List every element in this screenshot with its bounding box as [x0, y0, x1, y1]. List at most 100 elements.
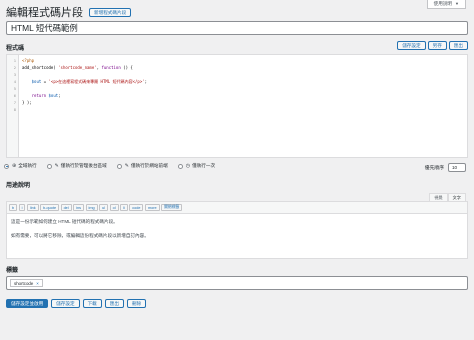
code-save-button[interactable]: 儲存設定: [397, 41, 426, 50]
quicktag-button[interactable]: b-quote: [40, 204, 60, 211]
scope-option[interactable]: ⊕ 全域執行: [4, 163, 37, 169]
description-paragraph: 這是一份示範如何建立 HTML 短代碼的程式碼片段。: [11, 219, 118, 224]
globe-icon: ⊕: [12, 163, 17, 169]
code-token: () {: [120, 65, 133, 70]
quicktag-button[interactable]: code: [129, 204, 144, 211]
scope-radio[interactable]: [4, 163, 9, 169]
download-button[interactable]: 下載: [82, 299, 102, 308]
code-token: =: [41, 79, 49, 84]
line-number: 5: [13, 86, 16, 91]
quicktag-button[interactable]: del: [60, 204, 72, 211]
tag-chip: shortcode ×: [10, 279, 43, 287]
code-token: '<p>在這裡寫程式碼來專屬 HTML 短代碼內容</p>': [48, 79, 145, 84]
code-token: $out: [48, 93, 59, 98]
code-token: ;: [58, 93, 61, 98]
code-section-label: 程式碼: [6, 46, 25, 52]
code-save-as-button[interactable]: 另存: [427, 41, 447, 50]
scope-options: ⊕ 全域執行 ✎ 僅執行於管理後台區域 ✎ 僅執行於網站前端 ◷ 僅執行一次: [4, 163, 215, 169]
wrench-icon: ✎: [124, 163, 129, 169]
footer-actions: 儲存設定並啟用 儲存設定 下載 匯出 刪除: [6, 299, 147, 308]
line-number: 8: [13, 107, 16, 112]
code-token: ;: [144, 79, 148, 84]
quicktag-button[interactable]: link: [26, 204, 39, 211]
tags-input[interactable]: shortcode ×: [6, 276, 468, 290]
code-token: <?php: [22, 58, 35, 63]
snippet-title-input[interactable]: HTML 短代碼範例: [6, 21, 468, 35]
quicktag-button[interactable]: img: [85, 204, 98, 211]
tag-label: shortcode: [14, 280, 34, 286]
code-line: return $out;: [22, 92, 467, 99]
editor-mode-tabs: 視覺 文字: [429, 193, 466, 201]
code-token: return: [31, 93, 47, 98]
code-line: } );: [22, 99, 467, 106]
line-number: 7: [13, 100, 16, 105]
quicktag-button[interactable]: ul: [99, 204, 109, 211]
add-new-snippet-button[interactable]: 新增程式碼片段: [89, 7, 132, 17]
scope-radio[interactable]: [177, 163, 183, 169]
scope-option[interactable]: ◷ 僅執行一次: [177, 163, 216, 169]
code-line: $out = '<p>在這裡寫程式碼來專屬 HTML 短代碼內容</p>';: [22, 78, 467, 85]
chevron-down-icon: ▼: [455, 1, 459, 6]
line-number: 3: [13, 72, 16, 77]
wrench-icon: ✎: [54, 163, 59, 169]
scope-radio[interactable]: [46, 163, 52, 169]
description-textarea[interactable]: 這是一份示範如何建立 HTML 短代碼的程式碼片段。 如有需要，可以將它移除，或…: [7, 214, 467, 244]
help-tab-label: 使用說明: [433, 0, 453, 6]
code-line: add_shortcode( 'shortcode_name', functio…: [22, 64, 467, 71]
export-button[interactable]: 匯出: [104, 299, 124, 308]
tab-text[interactable]: 文字: [447, 193, 466, 201]
page-header: 編輯程式碼片段 新增程式碼片段: [6, 4, 132, 20]
quicktags-toolbar: b i link b-quote del ins img ul ol li code more 關閉標籤: [7, 202, 467, 214]
quicktag-button[interactable]: more: [144, 204, 160, 211]
quicktag-button[interactable]: i: [18, 204, 26, 211]
quicktag-button[interactable]: ol: [109, 204, 119, 211]
remove-tag-icon[interactable]: ×: [36, 281, 39, 286]
code-token: $out: [31, 79, 42, 84]
tab-visual[interactable]: 視覺: [429, 193, 448, 201]
code-export-button[interactable]: 匯出: [448, 41, 468, 50]
save-and-activate-button[interactable]: 儲存設定並啟用: [6, 299, 49, 308]
quicktag-button[interactable]: b: [9, 204, 18, 211]
line-number: 6: [13, 93, 16, 98]
priority-label: 優先順序: [424, 166, 444, 171]
code-content: <?php add_shortcode( 'shortcode_name', fu…: [19, 55, 467, 157]
help-tab[interactable]: 使用說明 ▼: [426, 0, 466, 9]
priority-value: 10: [452, 165, 458, 170]
code-token: 'shortcode_name': [58, 65, 97, 70]
priority-input[interactable]: 10: [448, 163, 466, 172]
code-token: add_shortcode(: [22, 65, 59, 70]
delete-button[interactable]: 刪除: [126, 299, 147, 308]
quicktag-button[interactable]: li: [120, 204, 128, 211]
priority-group: 優先順序 10: [425, 163, 466, 172]
scope-radio[interactable]: [116, 163, 122, 169]
line-number: 4: [13, 79, 16, 84]
clock-icon: ◷: [185, 163, 191, 169]
code-editor[interactable]: 12345678 <?php add_shortcode( 'shortcode_…: [6, 54, 468, 158]
tags-label: 標籤: [6, 268, 19, 274]
page-title: 編輯程式碼片段: [6, 7, 83, 19]
scope-option-label: 全域執行: [18, 163, 37, 168]
save-button[interactable]: 儲存設定: [51, 299, 80, 308]
code-token: function: [101, 65, 121, 70]
quicktag-button[interactable]: ins: [73, 204, 84, 211]
code-token: } );: [22, 100, 32, 105]
scope-option-label: 僅執行一次: [192, 163, 216, 168]
description-editor: b i link b-quote del ins img ul ol li code more 關閉標籤…: [6, 201, 468, 259]
scope-option-label: 僅執行於網站前端: [130, 163, 168, 168]
description-label: 用途說明: [6, 183, 31, 189]
code-gutter: 1 2 3 4 5 6 7 8: [7, 55, 19, 157]
quicktag-button[interactable]: 關閉標籤: [161, 204, 183, 211]
scope-option-label: 僅執行於管理後台區域: [60, 163, 107, 168]
code-actions: 儲存設定 另存 匯出: [397, 41, 468, 50]
scope-option[interactable]: ✎ 僅執行於網站前端: [116, 163, 168, 169]
line-number: 2: [13, 65, 16, 70]
scope-option[interactable]: ✎ 僅執行於管理後台區域: [46, 163, 107, 169]
snippet-title-value: HTML 短代碼範例: [11, 23, 78, 33]
code-line: <?php: [22, 57, 467, 64]
description-paragraph: 如有需要，可以將它移除，或編輯這份程式碼片段以新增自訂內容。: [11, 233, 149, 238]
